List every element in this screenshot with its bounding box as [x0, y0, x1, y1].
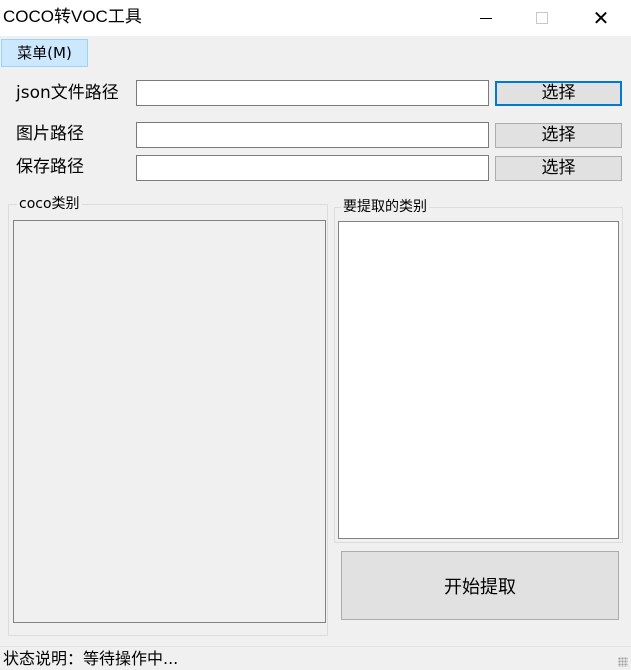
close-icon: ✕ — [592, 6, 610, 30]
json-path-input[interactable] — [136, 80, 489, 106]
image-select-button[interactable]: 选择 — [495, 123, 622, 148]
status-text: 状态说明：等待操作中... — [3, 649, 179, 668]
save-select-button[interactable]: 选择 — [495, 156, 622, 181]
window-title: COCO转VOC工具 — [3, 7, 142, 26]
minimize-button[interactable] — [463, 0, 509, 36]
coco-category-title: coco类别 — [17, 196, 82, 212]
start-extract-button[interactable]: 开始提取 — [341, 551, 619, 620]
title-bar: COCO转VOC工具 ✕ — [0, 0, 631, 36]
resize-grip-icon[interactable] — [618, 657, 628, 667]
close-button[interactable]: ✕ — [578, 0, 624, 36]
coco-category-list[interactable] — [13, 220, 326, 623]
save-path-label: 保存路径 — [16, 157, 84, 177]
json-select-button[interactable]: 选择 — [495, 81, 622, 106]
maximize-button[interactable] — [519, 0, 565, 36]
image-path-label: 图片路径 — [16, 124, 84, 144]
extract-category-list[interactable] — [338, 221, 619, 539]
status-bar: 状态说明：等待操作中... — [0, 646, 631, 670]
menu-item-main[interactable]: 菜单(M) — [1, 39, 88, 67]
image-path-input[interactable] — [136, 122, 489, 148]
save-path-input[interactable] — [136, 155, 489, 181]
extract-category-title: 要提取的类别 — [341, 199, 429, 215]
minimize-icon — [480, 17, 492, 19]
maximize-icon — [536, 12, 548, 24]
json-path-label: json文件路径 — [16, 83, 119, 103]
menu-bar: 菜单(M) — [0, 36, 631, 68]
